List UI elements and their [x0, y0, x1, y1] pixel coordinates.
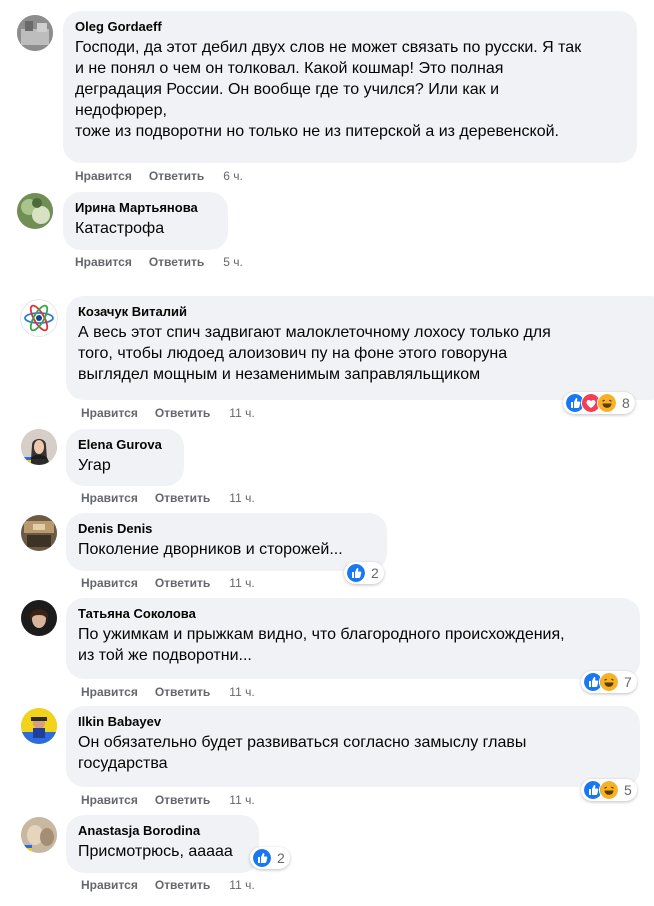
avatar[interactable] — [17, 15, 53, 51]
reaction-summary[interactable]: 7 — [581, 671, 637, 693]
comment-text: Господи, да этот дебил двух слов не може… — [75, 39, 582, 140]
comment-bubble: Татьяна Соколова По ужимкам и прыжкам ви… — [66, 598, 640, 679]
comment-author[interactable]: Oleg Gordaeff — [75, 19, 625, 35]
reply-link[interactable]: Ответить — [155, 490, 210, 506]
comment-text: Катастрофа — [75, 220, 165, 237]
reaction-count: 8 — [622, 395, 630, 411]
comment-actions: Нравится Ответить 11 ч. — [81, 405, 255, 421]
like-icon — [346, 563, 366, 583]
comment-time[interactable]: 5 ч. — [223, 254, 243, 270]
comment-author[interactable]: Elena Gurova — [78, 437, 172, 453]
reply-link[interactable]: Ответить — [155, 792, 210, 808]
avatar[interactable] — [21, 708, 57, 744]
haha-icon — [599, 672, 619, 692]
reaction-count: 2 — [371, 565, 379, 581]
like-link[interactable]: Нравится — [81, 575, 138, 591]
comment-actions: Нравится Ответить 6 ч. — [75, 168, 243, 184]
comment-author[interactable]: Anastasja Borodina — [78, 823, 247, 839]
reaction-summary[interactable]: 2 — [344, 562, 384, 584]
comment-actions: Нравится Ответить 11 ч. — [81, 792, 255, 808]
like-link[interactable]: Нравится — [81, 490, 138, 506]
haha-icon — [599, 780, 619, 800]
like-link[interactable]: Нравится — [75, 168, 132, 184]
reaction-count: 5 — [624, 782, 632, 798]
avatar-photo-icon — [21, 429, 57, 465]
avatar-photo-icon — [21, 817, 57, 853]
comment-bubble: Ирина Мартьянова Катастрофа — [63, 192, 228, 250]
reaction-summary[interactable]: 8 — [563, 392, 635, 414]
reply-link[interactable]: Ответить — [155, 877, 210, 893]
comment-time[interactable]: 11 ч. — [229, 792, 254, 808]
comment-time[interactable]: 11 ч. — [229, 575, 254, 591]
haha-icon — [597, 393, 617, 413]
comment-text: Угар — [78, 457, 111, 474]
comment-bubble: Denis Denis Поколение дворников и сторож… — [66, 513, 387, 571]
like-link[interactable]: Нравится — [81, 684, 138, 700]
comment-actions: Нравится Ответить 11 ч. — [81, 575, 255, 591]
comment-author[interactable]: Козачук Виталий — [78, 304, 654, 320]
comment-text: А весь этот спич задвигают малоклеточном… — [78, 324, 551, 383]
avatar[interactable] — [17, 193, 53, 229]
reply-link[interactable]: Ответить — [149, 168, 204, 184]
comment-author[interactable]: Denis Denis — [78, 521, 375, 537]
comment-time[interactable]: 11 ч. — [229, 684, 254, 700]
like-link[interactable]: Нравится — [81, 792, 138, 808]
reaction-count: 7 — [624, 674, 632, 690]
comment-actions: Нравится Ответить 11 ч. — [81, 877, 255, 893]
atom-logo-icon — [24, 304, 54, 332]
avatar-photo-icon — [21, 708, 57, 744]
like-link[interactable]: Нравится — [81, 405, 138, 421]
comment-time[interactable]: 11 ч. — [229, 405, 254, 421]
comment-author[interactable]: Ilkin Babayev — [78, 714, 628, 730]
comment-bubble: Anastasja Borodina Присмотрюсь, ааааа — [66, 815, 259, 873]
reply-link[interactable]: Ответить — [155, 575, 210, 591]
comment-time[interactable]: 6 ч. — [223, 168, 243, 184]
comment-author[interactable]: Татьяна Соколова — [78, 606, 628, 622]
like-link[interactable]: Нравится — [75, 254, 132, 270]
avatar[interactable] — [21, 515, 57, 551]
like-link[interactable]: Нравится — [81, 877, 138, 893]
avatar[interactable] — [21, 600, 57, 636]
avatar[interactable] — [20, 299, 58, 337]
avatar[interactable] — [21, 817, 57, 853]
comment-text: Поколение дворников и сторожей... — [78, 541, 343, 558]
comment-bubble: Ilkin Babayev Он обязательно будет разви… — [66, 706, 640, 787]
avatar-photo-icon — [21, 515, 57, 551]
reaction-summary[interactable]: 5 — [581, 779, 637, 801]
comment-actions: Нравится Ответить 11 ч. — [81, 490, 255, 506]
comment-time[interactable]: 11 ч. — [229, 877, 254, 893]
like-icon — [252, 848, 272, 868]
reply-link[interactable]: Ответить — [155, 405, 210, 421]
reaction-count: 2 — [277, 850, 285, 866]
comment-bubble: Oleg Gordaeff Господи, да этот дебил дву… — [63, 11, 637, 163]
avatar-photo-icon — [17, 193, 53, 229]
comment-text: Присмотрюсь, ааааа — [78, 843, 233, 860]
reply-link[interactable]: Ответить — [155, 684, 210, 700]
comment-actions: Нравится Ответить 5 ч. — [75, 254, 243, 270]
reply-link[interactable]: Ответить — [149, 254, 204, 270]
comment-author[interactable]: Ирина Мартьянова — [75, 200, 216, 216]
avatar-photo-icon — [17, 15, 53, 51]
comment-text: Он обязательно будет развиваться согласн… — [78, 734, 527, 772]
avatar-photo-icon — [21, 600, 57, 636]
comment-bubble: Elena Gurova Угар — [66, 429, 184, 486]
comment-time[interactable]: 11 ч. — [229, 490, 254, 506]
comment-bubble: Козачук Виталий А весь этот спич задвига… — [66, 296, 654, 400]
reaction-summary[interactable]: 2 — [250, 847, 290, 869]
comment-text: По ужимкам и прыжкам видно, что благород… — [78, 626, 565, 664]
avatar[interactable] — [21, 429, 57, 465]
comment-actions: Нравится Ответить 11 ч. — [81, 684, 255, 700]
